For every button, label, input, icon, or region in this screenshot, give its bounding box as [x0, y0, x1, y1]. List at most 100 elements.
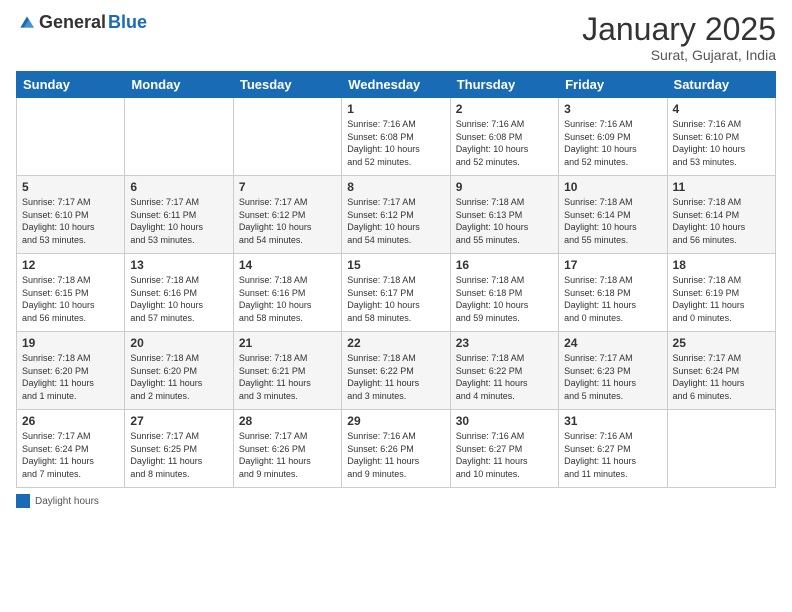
calendar-cell: 27Sunrise: 7:17 AM Sunset: 6:25 PM Dayli… [125, 410, 233, 488]
day-info: Sunrise: 7:17 AM Sunset: 6:12 PM Dayligh… [239, 196, 336, 246]
calendar-cell: 16 Sunrise: 7:18 AM Sunset: 6:18 PM Dayli… [450, 254, 558, 332]
calendar-cell: 11 Sunrise: 7:18 AM Sunset: 6:14 PM Dayli… [667, 176, 775, 254]
logo: GeneralBlue [16, 12, 147, 33]
calendar-cell: 20 Sunrise: 7:18 AM Sunset: 6:20 PM Dayli… [125, 332, 233, 410]
footer-label: Daylight hours [35, 496, 99, 507]
day-number: 6 [130, 180, 227, 194]
calendar-week-row: 19 Sunrise: 7:18 AM Sunset: 6:20 PM Dayli… [17, 332, 776, 410]
calendar-cell: 13 Sunrise: 7:18 AM Sunset: 6:16 PM Dayli… [125, 254, 233, 332]
calendar-cell: 8Sunrise: 7:17 AM Sunset: 6:12 PM Daylig… [342, 176, 450, 254]
day-info: Sunrise: 7:18 AM Sunset: 6:15 PM Dayligh… [22, 274, 119, 324]
calendar-cell: 12 Sunrise: 7:18 AM Sunset: 6:15 PM Dayli… [17, 254, 125, 332]
day-number: 17 [564, 258, 661, 272]
calendar-header-row: SundayMondayTuesdayWednesdayThursdayFrid… [17, 72, 776, 98]
column-header-tuesday: Tuesday [233, 72, 341, 98]
calendar-cell [667, 410, 775, 488]
calendar-cell: 5Sunrise: 7:17 AM Sunset: 6:10 PM Daylig… [17, 176, 125, 254]
calendar-week-row: 26Sunrise: 7:17 AM Sunset: 6:24 PM Dayli… [17, 410, 776, 488]
day-number: 12 [22, 258, 119, 272]
calendar-cell: 19 Sunrise: 7:18 AM Sunset: 6:20 PM Dayli… [17, 332, 125, 410]
day-number: 18 [673, 258, 770, 272]
day-info: Sunrise: 7:18 AM Sunset: 6:18 PM Dayligh… [456, 274, 553, 324]
calendar-table: SundayMondayTuesdayWednesdayThursdayFrid… [16, 71, 776, 488]
day-number: 31 [564, 414, 661, 428]
day-info: Sunrise: 7:18 AM Sunset: 6:16 PM Dayligh… [130, 274, 227, 324]
day-number: 29 [347, 414, 444, 428]
day-number: 4 [673, 102, 770, 116]
calendar-cell: 21 Sunrise: 7:18 AM Sunset: 6:21 PM Dayli… [233, 332, 341, 410]
day-info: Sunrise: 7:18 AM Sunset: 6:20 PM Dayligh… [22, 352, 119, 402]
calendar-cell [125, 98, 233, 176]
day-info: Sunrise: 7:17 AM Sunset: 6:24 PM Dayligh… [673, 352, 770, 402]
calendar-cell: 29 Sunrise: 7:16 AM Sunset: 6:26 PM Dayli… [342, 410, 450, 488]
day-number: 22 [347, 336, 444, 350]
column-header-thursday: Thursday [450, 72, 558, 98]
day-number: 28 [239, 414, 336, 428]
calendar-cell: 7 Sunrise: 7:17 AM Sunset: 6:12 PM Daylig… [233, 176, 341, 254]
day-info: Sunrise: 7:17 AM Sunset: 6:25 PM Dayligh… [130, 430, 227, 480]
day-info: Sunrise: 7:16 AM Sunset: 6:09 PM Dayligh… [564, 118, 661, 168]
day-number: 21 [239, 336, 336, 350]
logo-general: General [39, 12, 106, 33]
day-info: Sunrise: 7:17 AM Sunset: 6:23 PM Dayligh… [564, 352, 661, 402]
calendar-cell: 28Sunrise: 7:17 AM Sunset: 6:26 PM Dayli… [233, 410, 341, 488]
calendar-cell: 30Sunrise: 7:16 AM Sunset: 6:27 PM Dayli… [450, 410, 558, 488]
title-block: January 2025 Surat, Gujarat, India [582, 12, 776, 63]
day-number: 3 [564, 102, 661, 116]
calendar-cell: 22 Sunrise: 7:18 AM Sunset: 6:22 PM Dayli… [342, 332, 450, 410]
day-info: Sunrise: 7:16 AM Sunset: 6:08 PM Dayligh… [347, 118, 444, 168]
header: GeneralBlue January 2025 Surat, Gujarat,… [16, 12, 776, 63]
calendar-cell [233, 98, 341, 176]
calendar-page: GeneralBlue January 2025 Surat, Gujarat,… [0, 0, 792, 612]
day-info: Sunrise: 7:18 AM Sunset: 6:14 PM Dayligh… [673, 196, 770, 246]
calendar-week-row: 12 Sunrise: 7:18 AM Sunset: 6:15 PM Dayli… [17, 254, 776, 332]
day-info: Sunrise: 7:18 AM Sunset: 6:20 PM Dayligh… [130, 352, 227, 402]
calendar-cell: 1 Sunrise: 7:16 AM Sunset: 6:08 PM Daylig… [342, 98, 450, 176]
calendar-cell: 4Sunrise: 7:16 AM Sunset: 6:10 PM Daylig… [667, 98, 775, 176]
day-info: Sunrise: 7:18 AM Sunset: 6:13 PM Dayligh… [456, 196, 553, 246]
calendar-cell: 14 Sunrise: 7:18 AM Sunset: 6:16 PM Dayli… [233, 254, 341, 332]
column-header-sunday: Sunday [17, 72, 125, 98]
day-number: 14 [239, 258, 336, 272]
day-info: Sunrise: 7:18 AM Sunset: 6:22 PM Dayligh… [347, 352, 444, 402]
day-number: 19 [22, 336, 119, 350]
calendar-cell: 26Sunrise: 7:17 AM Sunset: 6:24 PM Dayli… [17, 410, 125, 488]
calendar-cell: 17Sunrise: 7:18 AM Sunset: 6:18 PM Dayli… [559, 254, 667, 332]
calendar-cell: 15Sunrise: 7:18 AM Sunset: 6:17 PM Dayli… [342, 254, 450, 332]
day-number: 15 [347, 258, 444, 272]
calendar-week-row: 1 Sunrise: 7:16 AM Sunset: 6:08 PM Daylig… [17, 98, 776, 176]
day-number: 2 [456, 102, 553, 116]
day-number: 9 [456, 180, 553, 194]
calendar-cell: 31 Sunrise: 7:16 AM Sunset: 6:27 PM Dayli… [559, 410, 667, 488]
day-info: Sunrise: 7:17 AM Sunset: 6:12 PM Dayligh… [347, 196, 444, 246]
location: Surat, Gujarat, India [582, 47, 776, 63]
day-number: 20 [130, 336, 227, 350]
day-info: Sunrise: 7:18 AM Sunset: 6:16 PM Dayligh… [239, 274, 336, 324]
day-number: 10 [564, 180, 661, 194]
month-title: January 2025 [582, 12, 776, 47]
day-number: 23 [456, 336, 553, 350]
day-number: 1 [347, 102, 444, 116]
day-info: Sunrise: 7:16 AM Sunset: 6:26 PM Dayligh… [347, 430, 444, 480]
calendar-cell: 24 Sunrise: 7:17 AM Sunset: 6:23 PM Dayli… [559, 332, 667, 410]
logo-icon [17, 13, 37, 33]
day-number: 24 [564, 336, 661, 350]
column-header-wednesday: Wednesday [342, 72, 450, 98]
day-info: Sunrise: 7:18 AM Sunset: 6:21 PM Dayligh… [239, 352, 336, 402]
calendar-cell: 3 Sunrise: 7:16 AM Sunset: 6:09 PM Daylig… [559, 98, 667, 176]
calendar-cell: 6Sunrise: 7:17 AM Sunset: 6:11 PM Daylig… [125, 176, 233, 254]
day-number: 7 [239, 180, 336, 194]
day-info: Sunrise: 7:16 AM Sunset: 6:27 PM Dayligh… [564, 430, 661, 480]
day-number: 5 [22, 180, 119, 194]
day-number: 16 [456, 258, 553, 272]
day-number: 11 [673, 180, 770, 194]
day-number: 13 [130, 258, 227, 272]
day-info: Sunrise: 7:18 AM Sunset: 6:22 PM Dayligh… [456, 352, 553, 402]
logo-blue: Blue [108, 12, 147, 33]
column-header-monday: Monday [125, 72, 233, 98]
calendar-cell: 23 Sunrise: 7:18 AM Sunset: 6:22 PM Dayli… [450, 332, 558, 410]
day-info: Sunrise: 7:16 AM Sunset: 6:27 PM Dayligh… [456, 430, 553, 480]
calendar-cell: 18Sunrise: 7:18 AM Sunset: 6:19 PM Dayli… [667, 254, 775, 332]
calendar-cell: 9 Sunrise: 7:18 AM Sunset: 6:13 PM Daylig… [450, 176, 558, 254]
calendar-week-row: 5Sunrise: 7:17 AM Sunset: 6:10 PM Daylig… [17, 176, 776, 254]
